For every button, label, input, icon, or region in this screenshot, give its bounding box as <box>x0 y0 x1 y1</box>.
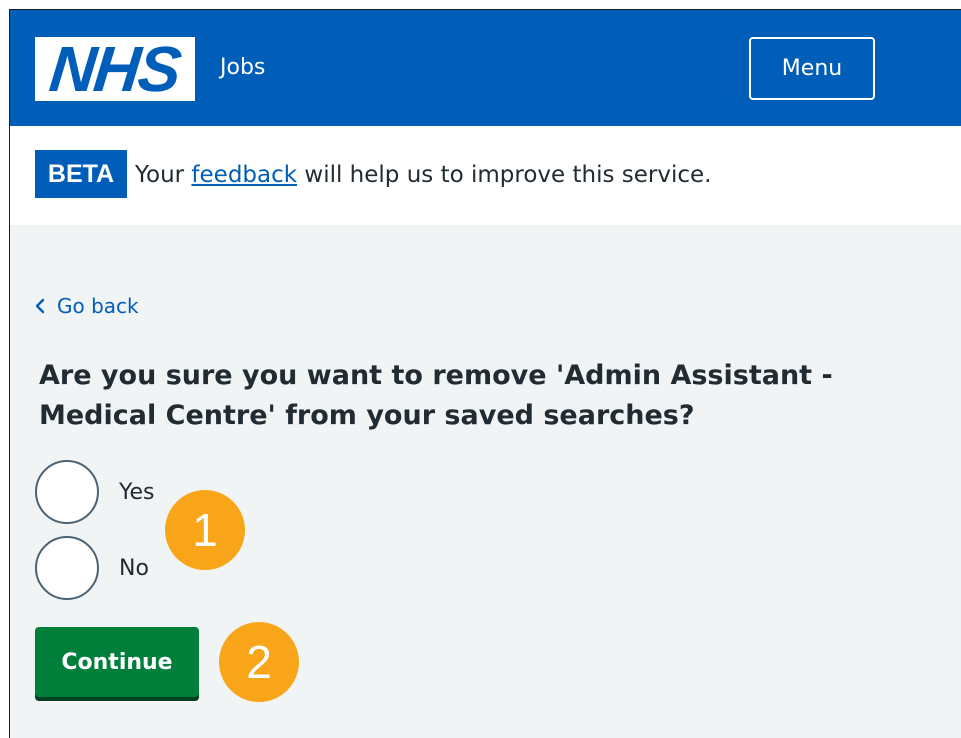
radio-label-yes[interactable]: Yes <box>119 480 155 505</box>
beta-text-before: Your <box>135 162 192 188</box>
beta-text-after: will help us to improve this service. <box>297 162 712 188</box>
radio-button-no[interactable] <box>35 536 99 600</box>
nhs-logo[interactable]: NHS <box>35 33 195 105</box>
service-name[interactable]: Jobs <box>220 54 265 82</box>
beta-message: Your feedback will help us to improve th… <box>135 159 711 191</box>
continue-button[interactable]: Continue <box>35 627 199 697</box>
chevron-left-icon <box>35 298 45 314</box>
page-question: Are you sure you want to remove 'Admin A… <box>39 360 833 431</box>
radio-button-yes[interactable] <box>35 460 99 524</box>
feedback-link[interactable]: feedback <box>191 162 297 188</box>
nhs-logo-text: NHS <box>46 33 184 105</box>
radio-option-yes[interactable]: Yes <box>35 460 155 524</box>
go-back-link[interactable]: Go back <box>35 294 139 318</box>
beta-banner: BETA Your feedback will help us to impro… <box>10 126 961 225</box>
go-back-label: Go back <box>57 294 139 318</box>
callout-badge-2: 2 <box>219 622 299 702</box>
radio-label-no[interactable]: No <box>119 556 149 581</box>
site-header: NHS Jobs Menu <box>10 10 961 126</box>
page-frame: NHS Jobs Menu BETA Your feedback will he… <box>9 9 961 738</box>
callout-badge-1: 1 <box>165 490 245 570</box>
beta-tag: BETA <box>35 150 127 198</box>
menu-button[interactable]: Menu <box>749 37 875 100</box>
radio-option-no[interactable]: No <box>35 536 149 600</box>
